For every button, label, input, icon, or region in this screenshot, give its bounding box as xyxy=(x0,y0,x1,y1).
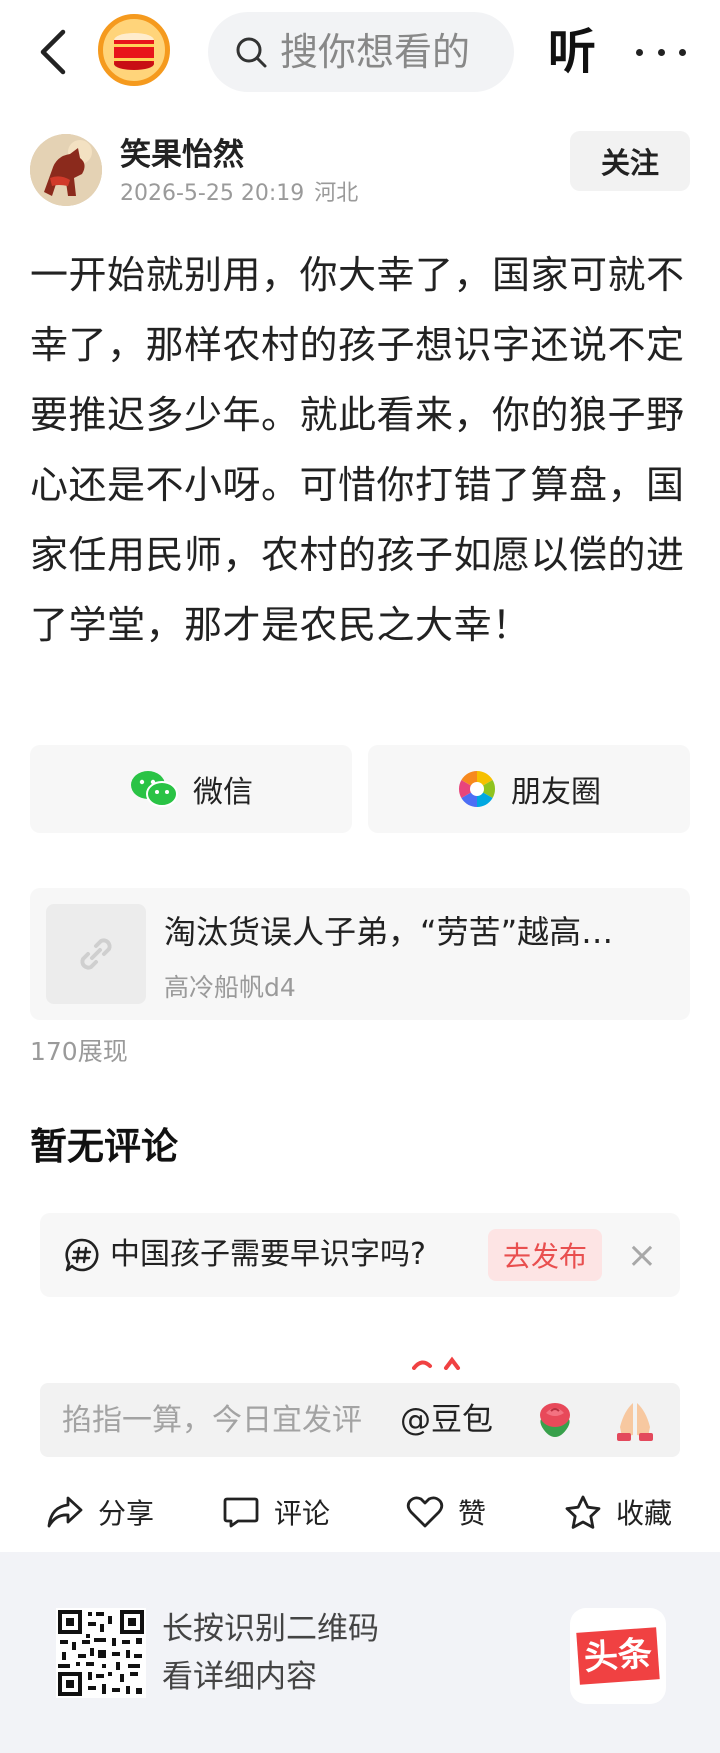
listen-button[interactable]: 听 xyxy=(548,20,596,84)
footer-qr-banner: 长按识别二维码 看详细内容 头条 xyxy=(0,1552,720,1753)
favorite-label: 收藏 xyxy=(616,1497,673,1530)
search-bar[interactable] xyxy=(208,12,514,92)
linked-article-card[interactable]: 淘汰货误人子弟，“劳苦”越高… 高冷船帆d4 xyxy=(30,888,690,1020)
horse-avatar-icon xyxy=(30,134,102,206)
chevron-left-icon xyxy=(40,29,66,75)
qr-hint-line1: 长按识别二维码 xyxy=(162,1611,379,1647)
link-icon xyxy=(80,938,112,970)
post-date: 2026-5-25 20:19 xyxy=(120,181,305,206)
comment-bar: @豆包 xyxy=(40,1383,680,1457)
comment-icon xyxy=(223,1497,259,1528)
wechat-icon xyxy=(131,771,178,807)
toutiao-logo-text: 头条 xyxy=(576,1627,660,1685)
author-name[interactable]: 笑果怡然 xyxy=(120,135,244,175)
app-badge-icon[interactable] xyxy=(98,14,170,86)
comments-heading: 暂无评论 xyxy=(30,1125,178,1168)
qr-hint-line2: 看详细内容 xyxy=(162,1659,317,1695)
post-location: 河北 xyxy=(314,181,359,206)
comment-input[interactable] xyxy=(62,1383,432,1457)
mention-button[interactable]: @豆包 xyxy=(400,1383,493,1457)
avatar[interactable] xyxy=(30,134,102,206)
like-button[interactable]: 赞 xyxy=(406,1472,486,1552)
moments-icon xyxy=(458,771,496,807)
publish-button[interactable]: 去发布 xyxy=(488,1229,602,1281)
back-button[interactable] xyxy=(30,22,74,82)
rose-emoji-icon[interactable] xyxy=(532,1397,578,1443)
share-wechat-label: 微信 xyxy=(193,775,253,810)
post-body: 一开始就别用，你大幸了，国家可就不幸了，那样农村的孩子想识字还说不定要推迟多少年… xyxy=(30,253,685,647)
view-count: 170展现 xyxy=(30,1037,128,1066)
share-button[interactable]: 分享 xyxy=(46,1472,154,1552)
close-icon[interactable]: × xyxy=(622,1231,662,1279)
like-label: 赞 xyxy=(458,1497,487,1530)
star-icon xyxy=(565,1495,601,1529)
qr-code-icon[interactable] xyxy=(56,1608,146,1698)
gift-drum-icon xyxy=(114,33,154,70)
hashtag-bubble-icon xyxy=(65,1238,99,1272)
more-dots-icon[interactable] xyxy=(636,30,686,74)
linked-article-title: 淘汰货误人子弟，“劳苦”越高… xyxy=(164,913,614,951)
share-label: 分享 xyxy=(98,1497,155,1530)
comment-label: 评论 xyxy=(274,1497,331,1530)
search-input[interactable] xyxy=(280,30,490,74)
pray-emoji-icon[interactable] xyxy=(612,1397,658,1443)
top-bar: 听 xyxy=(0,0,720,110)
comment-button[interactable]: 评论 xyxy=(222,1472,330,1552)
decorative-fragment xyxy=(412,1356,460,1370)
topic-prompt-card[interactable]: 中国孩子需要早识字吗? 去发布 × xyxy=(40,1213,680,1297)
link-thumbnail xyxy=(46,904,146,1004)
share-icon xyxy=(47,1496,83,1528)
share-moments-label: 朋友圈 xyxy=(511,775,601,810)
search-icon xyxy=(236,37,267,68)
action-bar: 分享 评论 赞 收藏 xyxy=(0,1472,720,1552)
favorite-button[interactable]: 收藏 xyxy=(564,1472,672,1552)
topic-text: 中国孩子需要早识字吗? xyxy=(110,1237,426,1272)
toutiao-logo: 头条 xyxy=(570,1608,666,1704)
linked-article-source: 高冷船帆d4 xyxy=(164,973,296,1002)
post-meta: 2026-5-25 20:19 河北 xyxy=(120,179,358,209)
follow-button[interactable]: 关注 xyxy=(570,131,690,191)
share-wechat-button[interactable]: 微信 xyxy=(30,745,352,833)
heart-icon xyxy=(406,1496,444,1528)
share-moments-button[interactable]: 朋友圈 xyxy=(368,745,690,833)
